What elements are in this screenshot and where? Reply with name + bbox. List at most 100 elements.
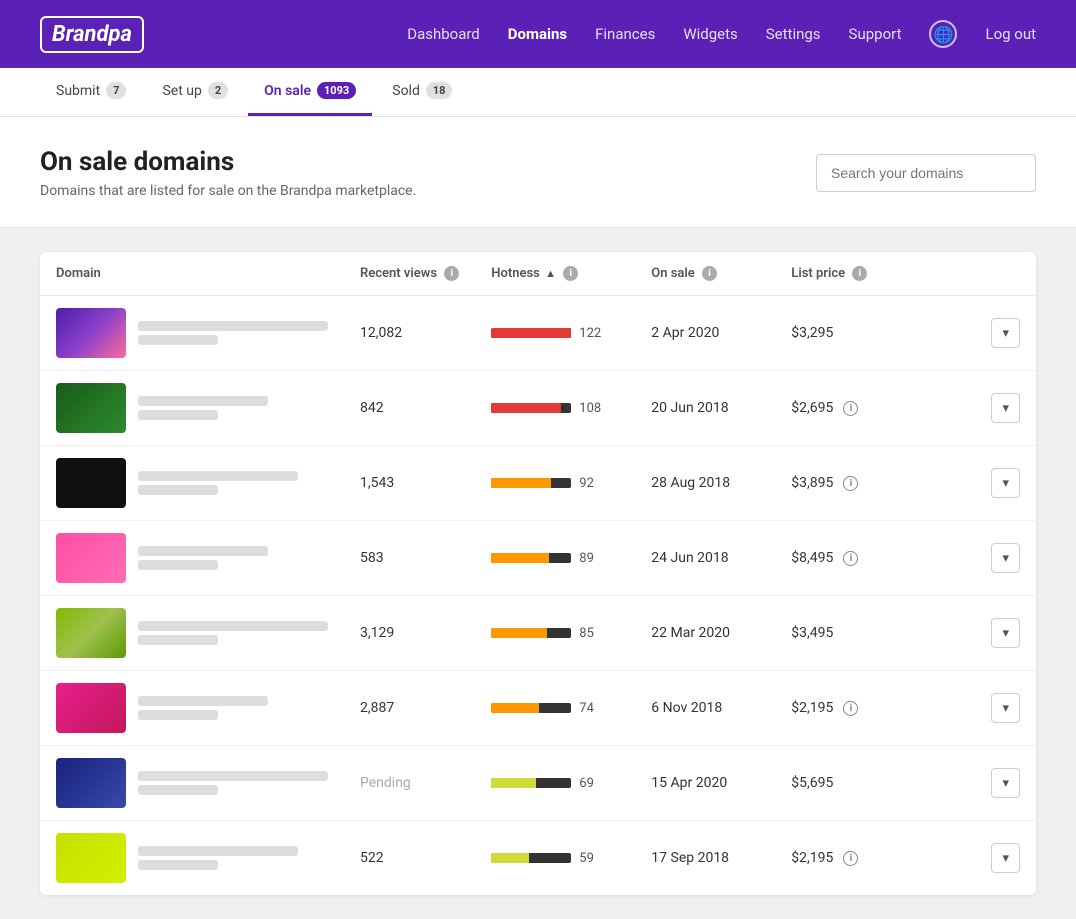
domain-thumbnail — [56, 833, 126, 883]
tab-on-sale[interactable]: On sale 1093 — [248, 68, 372, 116]
nav-domains[interactable]: Domains — [508, 25, 567, 43]
views-count: 3,129 — [360, 625, 394, 641]
domain-name — [138, 846, 298, 870]
domain-name-blur-line — [138, 335, 218, 345]
tab-setup[interactable]: Set up 2 — [146, 68, 244, 116]
action-cell: ▾ — [975, 746, 1036, 821]
search-input[interactable] — [816, 154, 1036, 192]
views-pending: Pending — [360, 775, 411, 791]
action-dropdown-button[interactable]: ▾ — [991, 693, 1020, 723]
tabs-bar: Submit 7 Set up 2 On sale 1093 Sold 18 — [0, 68, 1076, 117]
domain-name-blur-line — [138, 546, 268, 556]
language-icon[interactable]: 🌐 — [929, 20, 957, 48]
hotness-sort-icon: ▲ — [545, 267, 556, 280]
domain-thumbnail — [56, 533, 126, 583]
nav-finances[interactable]: Finances — [595, 25, 655, 43]
hotness-bar-bg — [491, 403, 571, 413]
hotness-cell: 69 — [475, 746, 635, 821]
domain-cell — [40, 821, 344, 896]
action-dropdown-button[interactable]: ▾ — [991, 768, 1020, 798]
action-dropdown-button[interactable]: ▾ — [991, 543, 1020, 573]
domain-name — [138, 471, 298, 495]
tab-setup-badge: 2 — [208, 82, 228, 99]
domain-thumbnail — [56, 683, 126, 733]
domain-name — [138, 621, 328, 645]
hotness-bar-fill — [491, 403, 561, 413]
table-row: 12,082 122 2 Apr 2020 $3,295 ▾ — [40, 296, 1036, 371]
tab-sold-badge: 18 — [426, 82, 453, 99]
domain-name — [138, 696, 268, 720]
hotness-number: 74 — [579, 701, 594, 716]
domain-thumbnail — [56, 458, 126, 508]
list-price-cell: $3,895 i — [775, 446, 975, 521]
nav-widgets[interactable]: Widgets — [683, 25, 737, 43]
table-row: 3,129 85 22 Mar 2020 $3,495 ▾ — [40, 596, 1036, 671]
list-price-cell: $2,195 i — [775, 671, 975, 746]
action-cell: ▾ — [975, 446, 1036, 521]
domain-cell — [40, 596, 344, 671]
hotness-bar-bg — [491, 478, 571, 488]
domains-table-wrapper: Domain Recent views i Hotness ▲ i On sal… — [40, 252, 1036, 895]
on-sale-cell: 20 Jun 2018 — [635, 371, 775, 446]
domain-cell — [40, 671, 344, 746]
domain-cell — [40, 521, 344, 596]
on-sale-cell: 17 Sep 2018 — [635, 821, 775, 896]
nav-dashboard[interactable]: Dashboard — [407, 25, 480, 43]
list-price-info-icon: i — [852, 266, 867, 281]
action-cell: ▾ — [975, 521, 1036, 596]
nav-logout[interactable]: Log out — [985, 25, 1036, 43]
hotness-bar-bg — [491, 778, 571, 788]
hotness-info-icon: i — [563, 266, 578, 281]
tab-on-sale-label: On sale — [264, 83, 311, 99]
col-on-sale: On sale i — [635, 252, 775, 296]
action-dropdown-button[interactable]: ▾ — [991, 318, 1020, 348]
hotness-bar-bg — [491, 703, 571, 713]
action-cell: ▾ — [975, 296, 1036, 371]
hotness-cell: 108 — [475, 371, 635, 446]
views-count: 842 — [360, 400, 384, 416]
tab-sold[interactable]: Sold 18 — [376, 68, 468, 116]
hotness-bar-fill — [491, 703, 539, 713]
nav-settings[interactable]: Settings — [766, 25, 821, 43]
domain-name-blur-line — [138, 846, 298, 856]
page-title: On sale domains — [40, 147, 416, 177]
hotness-cell: 122 — [475, 296, 635, 371]
views-count: 2,887 — [360, 700, 394, 716]
action-dropdown-button[interactable]: ▾ — [991, 618, 1020, 648]
domain-name-blur-line — [138, 410, 218, 420]
action-dropdown-button[interactable]: ▾ — [991, 468, 1020, 498]
main-nav: Dashboard Domains Finances Widgets Setti… — [407, 20, 1036, 48]
domain-name-blur-line — [138, 696, 268, 706]
views-cell: 842 — [344, 371, 475, 446]
domain-cell — [40, 296, 344, 371]
col-actions — [975, 252, 1036, 296]
hotness-number: 69 — [579, 776, 594, 791]
list-price-value: $2,195 — [791, 700, 833, 716]
action-dropdown-button[interactable]: ▾ — [991, 843, 1020, 873]
hotness-cell: 85 — [475, 596, 635, 671]
nav-support[interactable]: Support — [849, 25, 902, 43]
action-cell: ▾ — [975, 821, 1036, 896]
domain-name-blur-line — [138, 621, 328, 631]
on-sale-info-icon: i — [702, 266, 717, 281]
hotness-bar-fill — [491, 628, 547, 638]
domain-name — [138, 546, 268, 570]
tab-submit-label: Submit — [56, 83, 100, 99]
views-cell: 3,129 — [344, 596, 475, 671]
views-count: 1,543 — [360, 475, 394, 491]
hotness-number: 108 — [579, 401, 601, 416]
hotness-bar-fill — [491, 328, 571, 338]
table-row: 1,543 92 28 Aug 2018 $3,895 i ▾ — [40, 446, 1036, 521]
tab-submit[interactable]: Submit 7 — [40, 68, 142, 116]
domain-thumbnail — [56, 383, 126, 433]
logo: Brandpa — [40, 16, 144, 53]
list-price-cell: $5,695 — [775, 746, 975, 821]
hotness-number: 122 — [579, 326, 601, 341]
table-row: Pending 69 15 Apr 2020 $5,695 ▾ — [40, 746, 1036, 821]
hotness-bar-bg — [491, 328, 571, 338]
action-dropdown-button[interactable]: ▾ — [991, 393, 1020, 423]
list-price-value: $5,695 — [791, 775, 833, 791]
hotness-cell: 89 — [475, 521, 635, 596]
hotness-number: 92 — [579, 476, 594, 491]
col-domain: Domain — [40, 252, 344, 296]
